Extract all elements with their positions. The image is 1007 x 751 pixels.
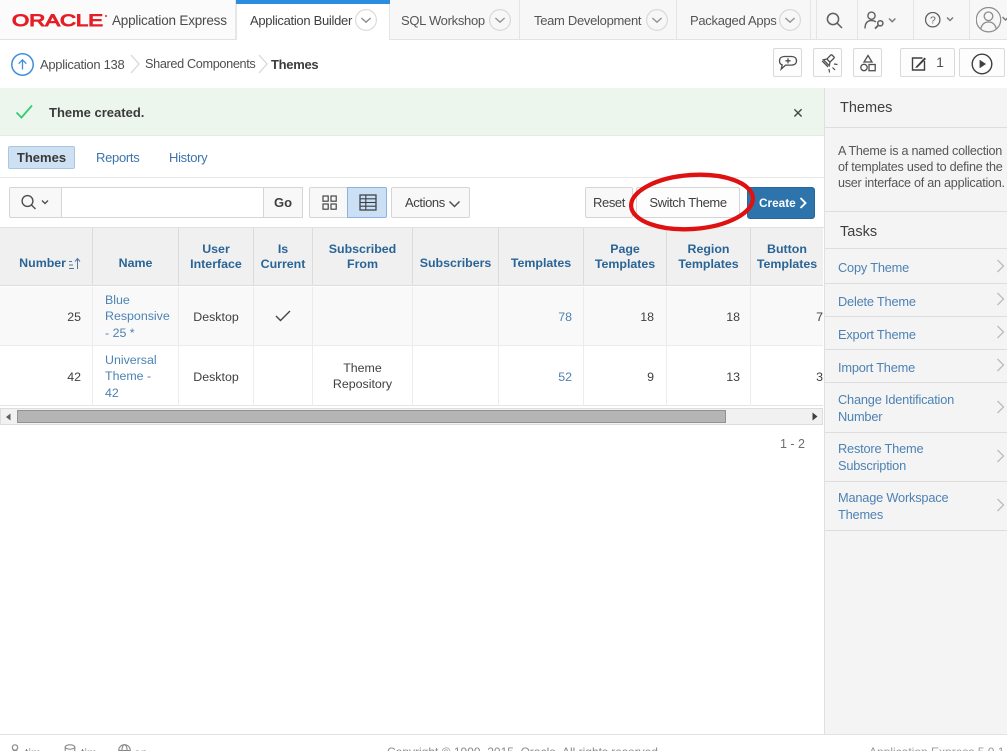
svg-text:ORACLE: ORACLE [12,12,103,29]
svg-text:?: ? [930,15,936,27]
